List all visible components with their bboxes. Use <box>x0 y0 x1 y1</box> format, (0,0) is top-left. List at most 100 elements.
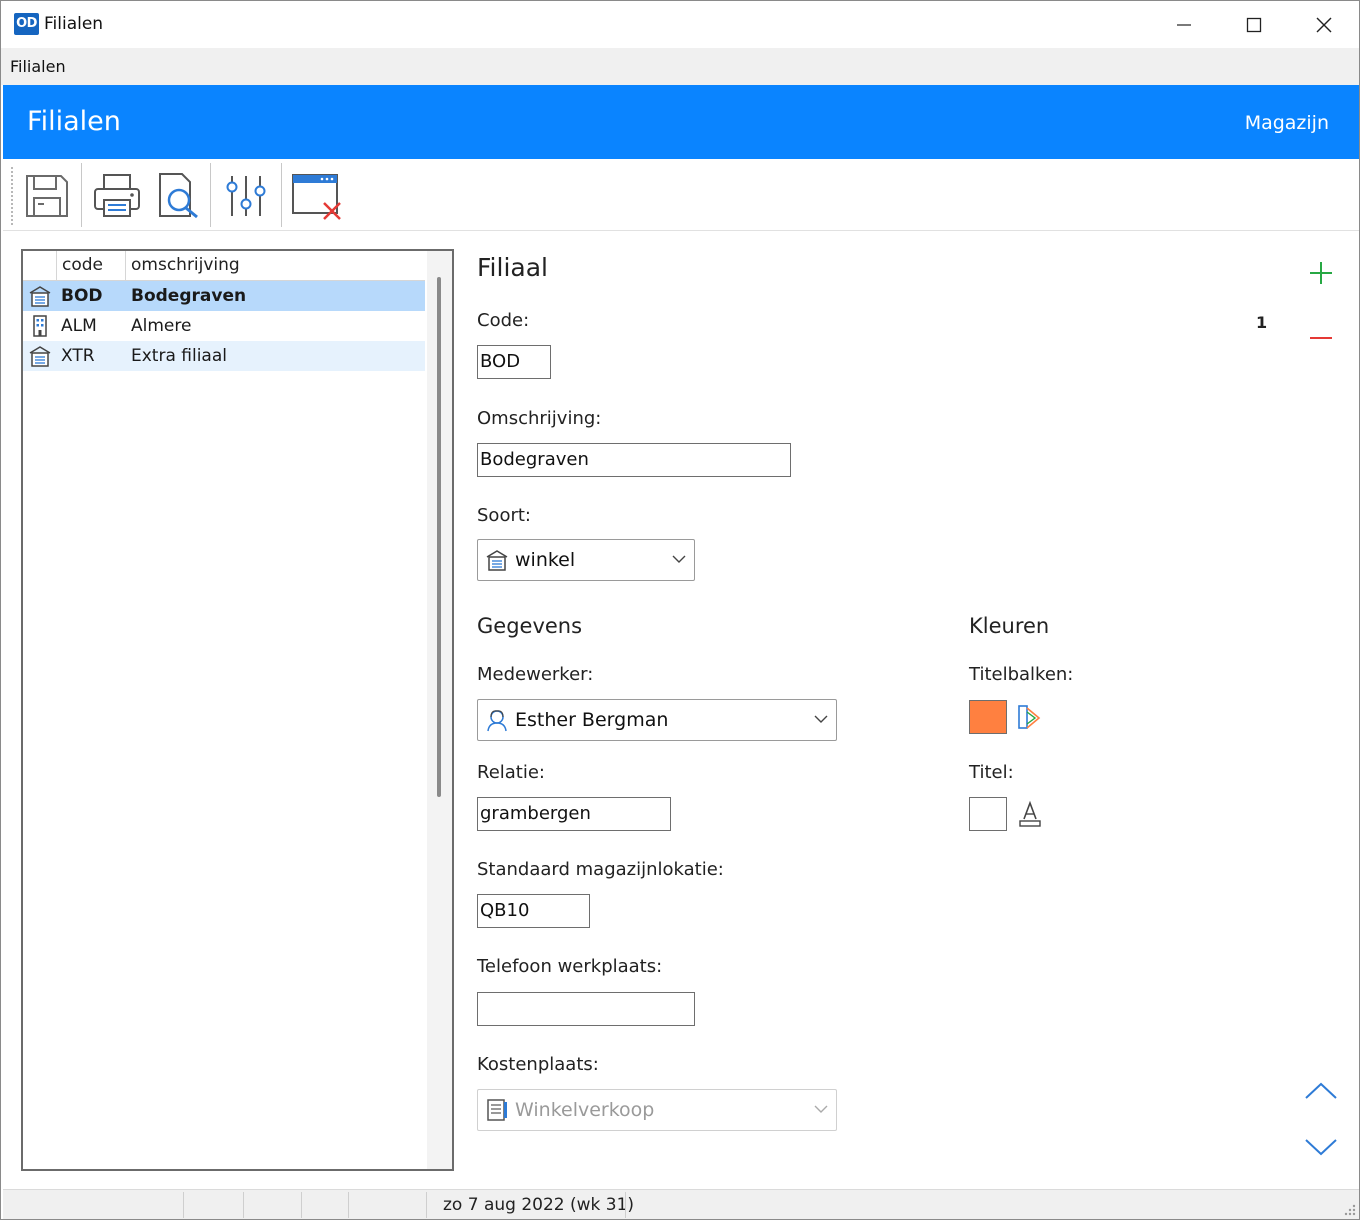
maximize-icon <box>1246 17 1262 32</box>
chevron-down-icon <box>672 555 686 563</box>
next-record-button[interactable] <box>1301 1127 1341 1167</box>
titel-color-swatch[interactable] <box>969 797 1007 831</box>
chevron-down-icon <box>814 1105 828 1113</box>
app-logo-icon: OD <box>14 13 39 35</box>
settings-button[interactable] <box>218 167 274 225</box>
add-button[interactable] <box>1301 253 1341 293</box>
filialen-window: OD Filialen Filialen Filialen Magazijn c… <box>0 0 1360 1220</box>
list-row[interactable]: BOD Bodegraven <box>23 281 425 311</box>
title-bar: OD Filialen <box>1 1 1359 48</box>
menu-filialen[interactable]: Filialen <box>10 57 66 76</box>
code-label: Code: <box>477 310 530 331</box>
soort-label: Soort: <box>477 505 531 526</box>
titelbalken-color-swatch[interactable] <box>969 700 1007 734</box>
save-icon <box>26 175 68 217</box>
section-title-gegevens: Gegevens <box>477 614 583 638</box>
list-row[interactable]: XTR Extra filiaal <box>23 341 425 371</box>
list-scrollbar[interactable] <box>427 251 452 1169</box>
delete-button[interactable] <box>1301 311 1341 351</box>
section-title-kleuren: Kleuren <box>969 614 1050 638</box>
minimize-icon <box>1177 23 1191 26</box>
close-window-icon <box>292 174 341 220</box>
status-bar: zo 7 aug 2022 (wk 31) <box>3 1189 1359 1219</box>
color-picker-icon[interactable] <box>1015 702 1045 732</box>
telefoon-label: Telefoon werkplaats: <box>477 956 663 977</box>
print-icon <box>94 174 140 217</box>
list-row[interactable]: ALM Almere <box>23 311 425 341</box>
soort-value: winkel <box>515 549 576 571</box>
status-separator <box>243 1192 244 1218</box>
omschrijving-label: Omschrijving: <box>477 408 602 429</box>
plus-icon <box>1310 262 1332 284</box>
shop-icon <box>29 286 51 307</box>
window-title: Filialen <box>44 14 104 34</box>
telefoon-field[interactable] <box>477 992 695 1026</box>
magazijnlokatie-field[interactable]: QB10 <box>477 894 590 928</box>
relatie-field[interactable]: grambergen <box>477 797 671 831</box>
column-header-code[interactable]: code <box>56 251 126 280</box>
previous-record-button[interactable] <box>1301 1071 1341 1111</box>
ledger-icon <box>487 1099 507 1121</box>
building-icon <box>33 315 47 337</box>
kostenplaats-label: Kostenplaats: <box>477 1054 599 1075</box>
close-screen-button[interactable] <box>289 167 345 225</box>
row-description: Extra filiaal <box>131 346 227 366</box>
omschrijving-field[interactable]: Bodegraven <box>477 443 791 477</box>
section-title-filiaal: Filiaal <box>477 253 548 282</box>
page-header: Filialen Magazijn <box>3 85 1359 159</box>
status-separator <box>426 1192 427 1218</box>
status-date: zo 7 aug 2022 (wk 31) <box>443 1195 635 1215</box>
medewerker-value: Esther Bergman <box>515 709 669 731</box>
toolbar <box>3 159 1359 231</box>
page-title: Filialen <box>27 106 121 137</box>
status-separator <box>301 1192 302 1218</box>
column-header-omschrijving[interactable]: omschrijving <box>125 251 425 280</box>
close-icon <box>1316 17 1332 32</box>
chevron-down-icon <box>814 715 828 723</box>
filialen-list[interactable]: code omschrijving BOD Bodegraven ALM Alm… <box>21 249 454 1171</box>
minus-icon <box>1310 337 1332 339</box>
row-code: BOD <box>61 286 103 306</box>
toolbar-separator <box>281 163 282 227</box>
save-button[interactable] <box>19 167 75 225</box>
kostenplaats-value: Winkelverkoop <box>515 1099 655 1121</box>
maximize-button[interactable] <box>1219 1 1289 48</box>
titel-label: Titel: <box>969 762 1014 783</box>
settings-sliders-icon <box>226 176 266 216</box>
chevron-down-icon <box>1305 1139 1337 1156</box>
code-field[interactable]: BOD <box>477 345 551 379</box>
row-description: Bodegraven <box>131 286 247 306</box>
scrollbar-thumb[interactable] <box>437 277 441 797</box>
resize-grip-icon[interactable] <box>1343 1203 1357 1217</box>
magazijn-link[interactable]: Magazijn <box>1245 112 1329 134</box>
status-separator <box>348 1192 349 1218</box>
shop-icon <box>29 346 51 367</box>
record-count: 1 <box>1256 313 1268 332</box>
chevron-up-icon <box>1305 1082 1337 1099</box>
person-icon <box>487 710 507 732</box>
toolbar-separator <box>81 163 82 227</box>
toolbar-separator <box>210 163 211 227</box>
print-preview-icon <box>159 173 198 219</box>
row-code: XTR <box>61 346 95 366</box>
toolbar-grip[interactable] <box>11 167 13 225</box>
print-preview-button[interactable] <box>151 167 207 225</box>
kostenplaats-select: Winkelverkoop <box>477 1089 837 1131</box>
medewerker-select[interactable]: Esther Bergman <box>477 699 837 741</box>
relatie-label: Relatie: <box>477 762 546 783</box>
shop-icon <box>486 550 508 571</box>
print-button[interactable] <box>89 167 145 225</box>
magazijnlokatie-label: Standaard magazijnlokatie: <box>477 859 724 880</box>
status-separator <box>183 1192 184 1218</box>
font-color-icon[interactable] <box>1015 799 1045 829</box>
row-description: Almere <box>131 316 192 336</box>
titelbalken-label: Titelbalken: <box>969 664 1074 685</box>
menu-bar: Filialen <box>1 48 1359 85</box>
close-button[interactable] <box>1289 1 1359 48</box>
medewerker-label: Medewerker: <box>477 664 594 685</box>
soort-select[interactable]: winkel <box>477 539 695 581</box>
list-header: code omschrijving <box>23 251 425 281</box>
row-code: ALM <box>61 316 97 336</box>
status-separator <box>625 1192 626 1218</box>
minimize-button[interactable] <box>1149 1 1219 48</box>
